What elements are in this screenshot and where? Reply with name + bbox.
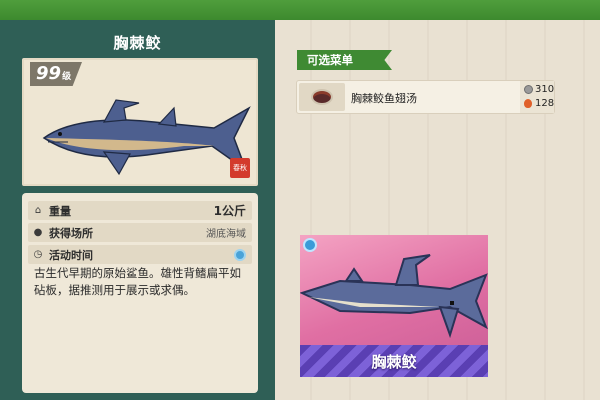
weight-value: 1公斤 [213,204,246,218]
location-row: ● 获得场所 湖底海域 [28,223,252,242]
shark-illustration [42,99,251,176]
soup-icon [299,83,345,111]
fish-name-banner: 胸棘鲛 [300,345,488,377]
clock-icon: ◷ [33,249,43,260]
pixel-shark-sprite [300,254,488,339]
sun-icon [234,248,246,261]
price-stat: 310 [524,84,554,95]
menu-header: 可选菜单 [297,50,392,70]
taste-stat: 128 [524,98,554,109]
time-row: ◷ 活动时间 [28,245,252,264]
coin-icon [524,85,533,94]
recipe-price: 310 [535,84,555,95]
location-label: 获得场所 [49,226,93,240]
recipe-name: 胸棘鲛鱼翅汤 [351,92,417,105]
time-label: 活动时间 [49,248,93,262]
recipe-stats: 310 128 [520,81,554,113]
fish-detail-panel: 胸棘鲛 99 级 春秋 ⌂ 重量 1公斤 ● 获得场所 湖底海域 ◷ 活动时间 … [0,20,275,400]
weight-row: ⌂ 重量 1公斤 [28,201,252,220]
preview-fish-name: 胸棘鲛 [371,352,417,371]
pin-icon: ● [33,227,43,238]
recipe-taste: 128 [535,98,555,109]
scale-icon: ⌂ [34,205,42,216]
fish-info-box: ⌂ 重量 1公斤 ● 获得场所 湖底海域 ◷ 活动时间 古生代早期的原始鲨鱼。雄… [22,193,258,393]
fish-description: 古生代早期的原始鲨鱼。雄性背鳍扁平如砧板，据推测用于展示或求偶。 [34,266,241,297]
fish-preview-card: 胸棘鲛 [300,235,488,377]
fish-title: 胸棘鲛 [113,34,162,52]
top-bar [0,0,600,20]
artist-seal: 春秋 [230,158,250,178]
location-value: 湖底海域 [206,229,246,240]
recipe-item[interactable]: 胸棘鲛鱼翅汤 310 128 [296,80,555,114]
weight-label: 重量 [49,204,71,218]
fish-illustration-card: 99 级 春秋 [22,58,258,186]
flame-icon [524,99,532,108]
